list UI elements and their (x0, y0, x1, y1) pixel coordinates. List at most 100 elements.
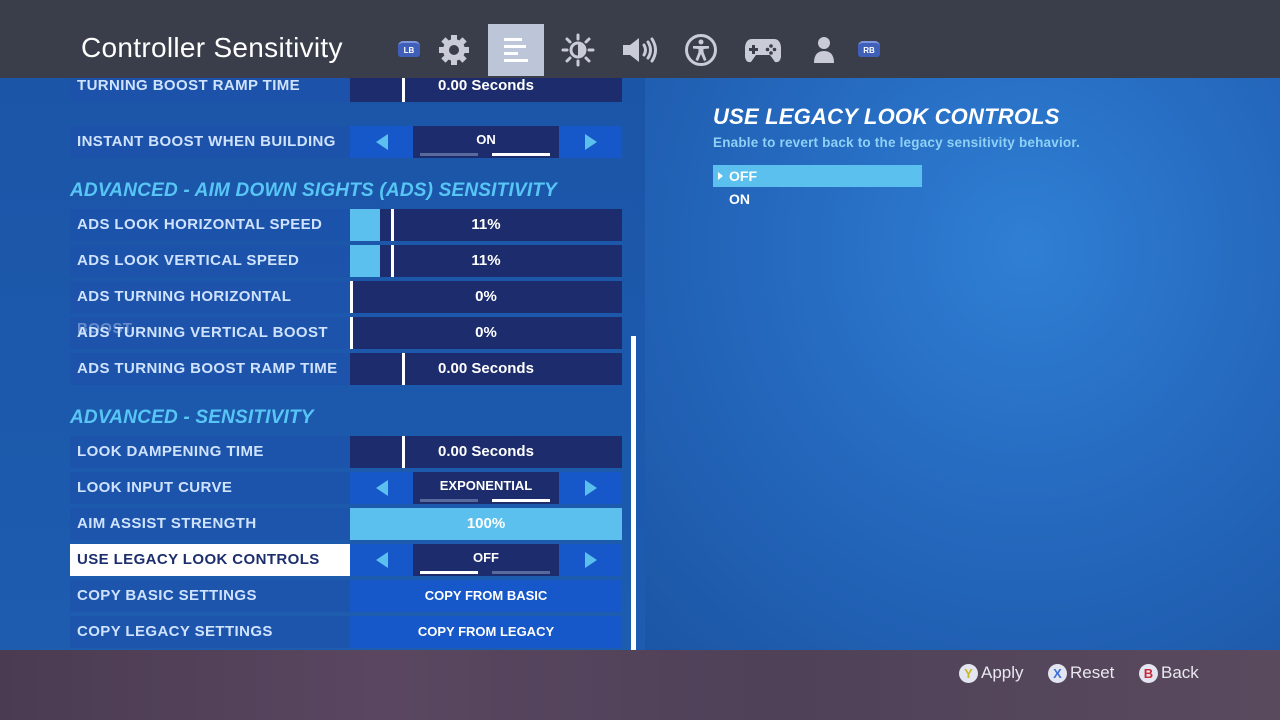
apply-label: Apply (981, 663, 1024, 682)
detail-description: Enable to revert back to the legacy sens… (713, 135, 1081, 150)
setting-label: TURNING BOOST RAMP TIME (70, 78, 350, 102)
setting-label: COPY BASIC SETTINGS (70, 580, 350, 612)
section-header-ads: ADVANCED - AIM DOWN SIGHTS (ADS) SENSITI… (70, 180, 557, 201)
setting-slider[interactable]: 100% (350, 508, 622, 540)
back-label: Back (1161, 663, 1199, 682)
toggle-indicator (420, 571, 552, 574)
setting-toggle[interactable]: ON (350, 126, 622, 158)
arrow-left-icon (375, 480, 388, 496)
setting-row-copy-basic-settings: COPY BASIC SETTINGS COPY FROM BASIC (70, 580, 622, 612)
main-area: TURNING BOOST RAMP TIME 0.00 Seconds INS… (0, 78, 1280, 650)
option-indicator (420, 499, 552, 502)
setting-value: 11% (471, 252, 501, 269)
setting-label: ADS TURNING BOOST RAMP TIME (70, 353, 350, 385)
tab-brightness[interactable] (550, 24, 606, 76)
arrow-right-icon (584, 134, 597, 150)
tab-controller-sensitivity[interactable] (488, 24, 544, 76)
arrow-right-icon (584, 480, 597, 496)
settings-list-panel: TURNING BOOST RAMP TIME 0.00 Seconds INS… (0, 78, 645, 650)
option-on[interactable]: ON (713, 188, 922, 210)
next-option-button[interactable] (559, 472, 622, 504)
setting-value: 0% (475, 324, 497, 341)
setting-row-ads-turning-vertical-boost[interactable]: ADS TURNING VERTICAL BOOST 0% (70, 317, 622, 349)
setting-action: COPY FROM LEGACY (350, 616, 622, 648)
section-header-sensitivity: ADVANCED - SENSITIVITY (70, 407, 314, 428)
previous-option-button[interactable] (350, 126, 413, 158)
setting-label: ADS LOOK VERTICAL SPEED (70, 245, 350, 277)
setting-value: 0% (475, 288, 497, 305)
footer-bar (0, 650, 1280, 720)
setting-label: ADS TURNING HORIZONTAL BOOST (70, 281, 350, 337)
setting-label: AIM ASSIST STRENGTH (70, 508, 350, 540)
toggle-indicator-off (420, 153, 478, 156)
setting-row-instant-boost-when-building[interactable]: INSTANT BOOST WHEN BUILDING ON (70, 126, 622, 158)
setting-label: COPY LEGACY SETTINGS (70, 616, 350, 648)
setting-row-use-legacy-look-controls[interactable]: USE LEGACY LOOK CONTROLS OFF (70, 544, 622, 576)
setting-slider[interactable]: 0.00 Seconds (350, 78, 622, 102)
option-label: ON (729, 191, 750, 207)
setting-slider[interactable]: 0% (350, 317, 622, 349)
setting-slider[interactable]: 0.00 Seconds (350, 353, 622, 385)
copy-from-legacy-button[interactable]: COPY FROM LEGACY (350, 616, 622, 648)
option-indicator-linear (420, 499, 478, 502)
setting-row-ads-look-vertical-speed[interactable]: ADS LOOK VERTICAL SPEED 11% (70, 245, 622, 277)
x-button-icon: X (1048, 663, 1067, 683)
setting-row-look-input-curve[interactable]: LOOK INPUT CURVE EXPONENTIAL (70, 472, 622, 504)
setting-value: 0.00 Seconds (438, 78, 534, 94)
sliders-icon (504, 38, 528, 62)
setting-label: ADS LOOK HORIZONTAL SPEED (70, 209, 350, 241)
setting-slider[interactable]: 0% (350, 281, 622, 313)
selector-value-box: EXPONENTIAL (413, 472, 559, 504)
previous-option-button[interactable] (350, 472, 413, 504)
apply-button[interactable]: Y Apply (959, 663, 1024, 683)
setting-slider[interactable]: 0.00 Seconds (350, 436, 622, 468)
reset-button[interactable]: X Reset (1048, 663, 1114, 683)
tab-audio[interactable] (612, 24, 668, 76)
gear-icon (439, 35, 469, 65)
settings-tab-bar: LB RB (0, 0, 1280, 78)
speaker-icon (623, 37, 657, 63)
rb-bumper-icon[interactable]: RB (858, 41, 880, 57)
b-button-icon: B (1139, 663, 1158, 683)
option-indicator-exponential (492, 499, 550, 502)
setting-toggle[interactable]: OFF (350, 544, 622, 576)
setting-label: USE LEGACY LOOK CONTROLS (70, 544, 350, 576)
toggle-value-box: ON (413, 126, 559, 158)
previous-option-button[interactable] (350, 544, 413, 576)
tab-game-settings[interactable] (426, 24, 482, 76)
toggle-value-box: OFF (413, 544, 559, 576)
setting-label: LOOK INPUT CURVE (70, 472, 350, 504)
next-option-button[interactable] (559, 544, 622, 576)
detail-panel (645, 78, 1280, 650)
setting-row-ads-turning-boost-ramp-time[interactable]: ADS TURNING BOOST RAMP TIME 0.00 Seconds (70, 353, 622, 385)
setting-row-turning-boost-ramp-time[interactable]: TURNING BOOST RAMP TIME 0.00 Seconds (70, 78, 622, 102)
setting-slider[interactable]: 11% (350, 209, 622, 241)
setting-row-ads-turning-horizontal-boost[interactable]: ADS TURNING HORIZONTAL BOOST 0% (70, 281, 622, 337)
setting-action: COPY FROM BASIC (350, 580, 622, 612)
tab-account[interactable] (796, 24, 852, 76)
back-button[interactable]: B Back (1139, 663, 1199, 683)
setting-slider[interactable]: 11% (350, 245, 622, 277)
toggle-indicator-on (492, 153, 550, 156)
reset-label: Reset (1070, 663, 1115, 682)
arrow-left-icon (375, 552, 388, 568)
tab-accessibility[interactable] (673, 24, 729, 76)
option-label: OFF (729, 168, 757, 184)
copy-from-basic-button[interactable]: COPY FROM BASIC (350, 580, 622, 612)
setting-value: 0.00 Seconds (438, 360, 534, 377)
tab-controller[interactable] (735, 24, 791, 76)
next-option-button[interactable] (559, 126, 622, 158)
scrollbar-thumb[interactable] (631, 336, 636, 650)
setting-selector[interactable]: EXPONENTIAL (350, 472, 622, 504)
setting-row-aim-assist-strength[interactable]: AIM ASSIST STRENGTH 100% (70, 508, 622, 540)
gamepad-icon (745, 39, 781, 63)
arrow-right-icon (584, 552, 597, 568)
lb-bumper-icon[interactable]: LB (398, 41, 420, 57)
brightness-icon (561, 33, 595, 67)
setting-row-ads-look-horizontal-speed[interactable]: ADS LOOK HORIZONTAL SPEED 11% (70, 209, 622, 241)
setting-label: LOOK DAMPENING TIME (70, 436, 350, 468)
setting-row-look-dampening-time[interactable]: LOOK DAMPENING TIME 0.00 Seconds (70, 436, 622, 468)
arrow-left-icon (375, 134, 388, 150)
option-off[interactable]: OFF (713, 165, 922, 187)
toggle-indicator-off (420, 571, 478, 574)
